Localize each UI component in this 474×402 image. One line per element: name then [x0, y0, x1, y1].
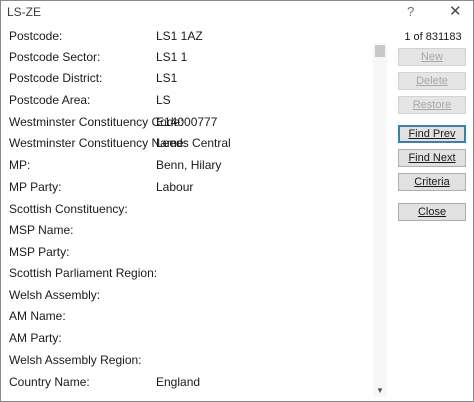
field-label: Postcode:	[9, 29, 63, 43]
help-icon[interactable]: ?	[407, 4, 414, 19]
new-button-label: New	[420, 51, 443, 63]
field-row-postcode-area: Postcode Area: LS	[1, 90, 371, 110]
field-row-welsh-assembly: Welsh Assembly:	[1, 285, 371, 305]
field-list: Postcode: LS1 1AZ Postcode Sector: LS1 1…	[1, 25, 371, 399]
field-label: Scottish Parliament Region:	[9, 266, 158, 280]
field-label: Country Name:	[9, 375, 90, 389]
field-label: Scottish Constituency:	[9, 202, 128, 216]
find-next-button-label: Find Next	[408, 152, 456, 164]
field-row-welsh-region: Welsh Assembly Region:	[1, 350, 371, 370]
field-label: AM Party:	[9, 331, 62, 345]
criteria-button[interactable]: Criteria	[398, 173, 466, 191]
field-label: Postcode District:	[9, 71, 103, 85]
close-icon[interactable]: ✕	[449, 2, 462, 20]
vertical-scrollbar[interactable]: ▼	[373, 43, 387, 397]
field-label: MSP Name:	[9, 223, 74, 237]
title-bar: LS-ZE ? ✕	[1, 1, 473, 25]
delete-button-label: Delete	[416, 75, 448, 87]
new-button[interactable]: New	[398, 48, 466, 66]
field-label: MP Party:	[9, 180, 62, 194]
criteria-button-label: Criteria	[414, 176, 450, 188]
field-value: LS	[156, 93, 171, 107]
field-value: England	[156, 375, 201, 389]
field-row-msp-name: MSP Name:	[1, 220, 371, 240]
data-form-dialog: LS-ZE ? ✕ Postcode: LS1 1AZ Postcode Sec…	[0, 0, 474, 402]
close-button[interactable]: Close	[398, 203, 466, 221]
close-button-label: Close	[417, 206, 447, 218]
find-prev-button[interactable]: Find Prev	[398, 125, 466, 143]
field-row-scottish-constituency: Scottish Constituency:	[1, 199, 371, 219]
field-row-mp: MP: Benn, Hilary	[1, 155, 371, 175]
delete-button[interactable]: Delete	[398, 72, 466, 90]
field-label: MP:	[9, 158, 31, 172]
scroll-down-arrow-icon[interactable]: ▼	[373, 385, 387, 397]
restore-button[interactable]: Restore	[398, 96, 466, 114]
field-value: LS1 1AZ	[156, 29, 203, 43]
field-row-postcode: Postcode: LS1 1AZ	[1, 26, 371, 46]
field-value: LS1	[156, 71, 178, 85]
field-row-westminster-code: Westminster Constituency Code: E14000777	[1, 112, 371, 132]
field-row-postcode-district: Postcode District: LS1	[1, 68, 371, 88]
field-value: LS1 1	[156, 50, 188, 64]
find-prev-button-label: Find Prev	[408, 128, 456, 140]
field-label: AM Name:	[9, 309, 66, 323]
field-value: Labour	[156, 180, 194, 194]
restore-button-label: Restore	[412, 99, 452, 111]
field-label: Welsh Assembly:	[9, 288, 101, 302]
field-row-am-name: AM Name:	[1, 306, 371, 326]
field-row-scottish-region: Scottish Parliament Region:	[1, 263, 371, 283]
field-row-am-party: AM Party:	[1, 328, 371, 348]
field-row-postcode-sector: Postcode Sector: LS1 1	[1, 47, 371, 67]
dialog-title: LS-ZE	[7, 5, 42, 19]
field-row-mp-party: MP Party: Labour	[1, 177, 371, 197]
field-value: Benn, Hilary	[156, 158, 222, 172]
find-next-button[interactable]: Find Next	[398, 149, 466, 167]
field-row-msp-party: MSP Party:	[1, 242, 371, 262]
field-row-country-name: Country Name: England	[1, 372, 371, 392]
scroll-thumb[interactable]	[375, 45, 385, 57]
record-counter: 1 of 831183	[404, 31, 462, 43]
field-row-westminster-name: Westminster Constituency Name: Leeds Cen…	[1, 133, 371, 153]
field-value: E14000777	[156, 115, 218, 129]
field-value: Leeds Central	[156, 136, 231, 150]
field-label: Postcode Area:	[9, 93, 91, 107]
field-label: MSP Party:	[9, 245, 70, 259]
field-label: Welsh Assembly Region:	[9, 353, 142, 367]
field-label: Postcode Sector:	[9, 50, 101, 64]
